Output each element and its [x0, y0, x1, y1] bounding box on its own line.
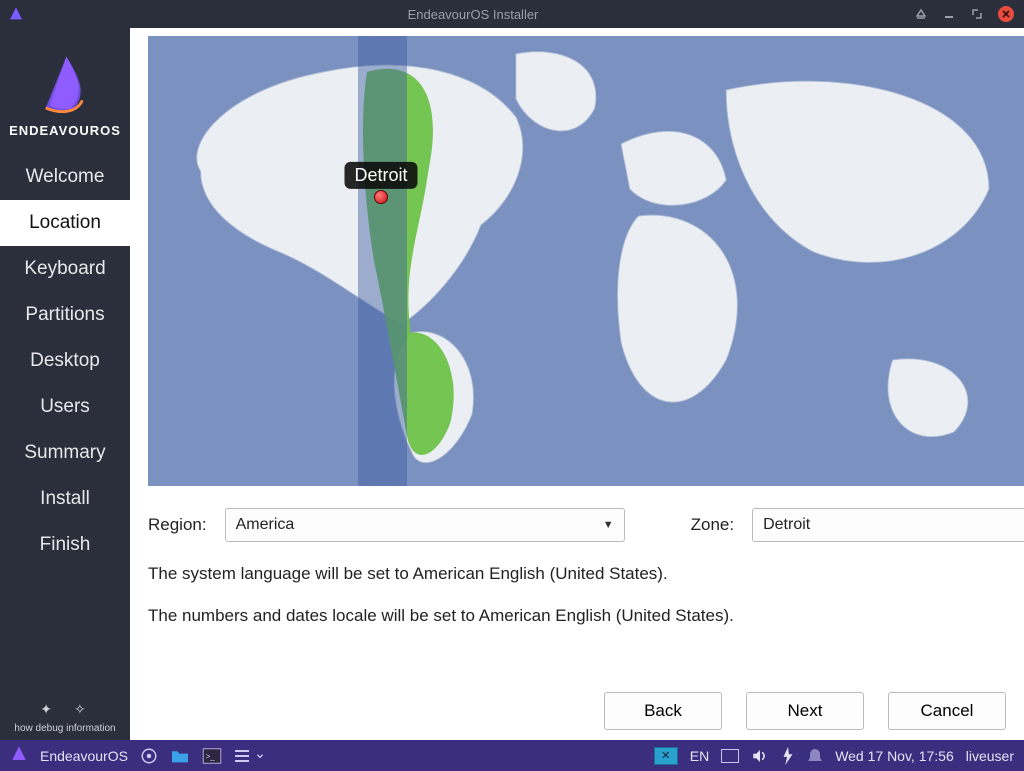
debug-label: how debug information [14, 723, 115, 734]
window-close-icon[interactable] [998, 6, 1014, 22]
taskbar-running-app-icon[interactable]: ✕ [654, 747, 678, 765]
debug-icon: ✦ ✧ [0, 699, 130, 719]
taskbar-files-icon[interactable] [170, 748, 190, 764]
locale-info-text: The numbers and dates locale will be set… [148, 606, 1024, 626]
svg-text:>_: >_ [206, 752, 216, 761]
sidebar-item-partitions[interactable]: Partitions [0, 292, 130, 338]
region-select[interactable]: America ▼ [225, 508, 625, 542]
region-select-value: America [236, 516, 295, 534]
map-city-pin[interactable] [374, 190, 388, 204]
language-info-text: The system language will be set to Ameri… [148, 564, 1024, 584]
timezone-band [358, 36, 407, 486]
window-minimize-icon[interactable] [942, 7, 956, 21]
next-button[interactable]: Next [746, 692, 864, 730]
zone-select[interactable]: Detroit [752, 508, 1024, 542]
world-map-svg [148, 36, 1024, 486]
sidebar-item-finish[interactable]: Finish [0, 522, 130, 568]
taskbar-terminal-icon[interactable]: >_ [202, 748, 222, 764]
main-panel: Detroit Region: America ▼ Zone: Detroit … [130, 28, 1024, 740]
zone-select-value: Detroit [763, 516, 810, 534]
taskbar-lang[interactable]: EN [690, 748, 709, 764]
cancel-button[interactable]: Cancel [888, 692, 1006, 730]
back-button[interactable]: Back [604, 692, 722, 730]
window-keep-above-icon[interactable] [914, 7, 928, 21]
taskbar-power-icon[interactable] [781, 747, 795, 765]
brand-logo: ENDEAVOUROS [10, 34, 120, 154]
taskbar-menu-icon[interactable] [234, 749, 264, 763]
sidebar-item-location[interactable]: Location [0, 200, 130, 246]
titlebar-app-icon [0, 6, 32, 22]
zone-label: Zone: [691, 515, 734, 535]
taskbar-logo-icon[interactable] [10, 745, 28, 766]
window-titlebar: EndeavourOS Installer [0, 0, 1024, 28]
chevron-down-icon: ▼ [603, 519, 614, 531]
sidebar-item-desktop[interactable]: Desktop [0, 338, 130, 384]
taskbar-datetime[interactable]: Wed 17 Nov, 17:56 [835, 748, 954, 764]
brand-name: ENDEAVOUROS [9, 123, 121, 138]
sidebar: ENDEAVOUROS Welcome Location Keyboard Pa… [0, 28, 130, 740]
map-city-label: Detroit [345, 162, 418, 189]
sidebar-item-summary[interactable]: Summary [0, 430, 130, 476]
sidebar-item-install[interactable]: Install [0, 476, 130, 522]
taskbar-notify-icon[interactable] [807, 747, 823, 765]
region-label: Region: [148, 515, 207, 535]
window-title: EndeavourOS Installer [32, 7, 914, 22]
taskbar-volume-icon[interactable] [751, 748, 769, 764]
sidebar-item-welcome[interactable]: Welcome [0, 154, 130, 200]
timezone-map[interactable]: Detroit [148, 36, 1024, 486]
taskbar: EndeavourOS >_ ✕ EN Wed 17 Nov, 17:56 li… [0, 740, 1024, 771]
taskbar-user[interactable]: liveuser [966, 748, 1014, 764]
sidebar-item-users[interactable]: Users [0, 384, 130, 430]
debug-info-toggle[interactable]: ✦ ✧ how debug information [0, 699, 130, 740]
taskbar-distro[interactable]: EndeavourOS [40, 748, 128, 764]
taskbar-browser-icon[interactable] [140, 747, 158, 765]
sidebar-item-keyboard[interactable]: Keyboard [0, 246, 130, 292]
window-maximize-icon[interactable] [970, 7, 984, 21]
taskbar-battery-icon[interactable] [721, 749, 739, 763]
sidebar-nav: Welcome Location Keyboard Partitions Des… [0, 154, 130, 568]
